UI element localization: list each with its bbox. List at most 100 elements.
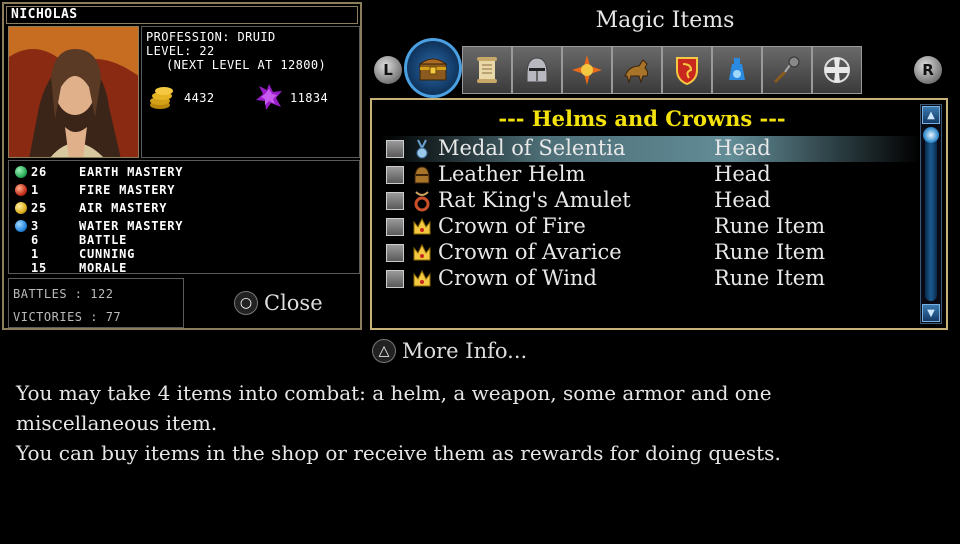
stat-label: MORALE <box>79 261 128 275</box>
profession-text: PROFESSION: DRUID <box>146 30 276 44</box>
close-button[interactable]: ○ Close <box>234 288 323 318</box>
stats-list: 26 EARTH MASTERY 1 FIRE MASTERY 25 AIR M… <box>8 160 360 275</box>
item-name: Crown of Wind <box>438 266 597 290</box>
item-slot: Head <box>714 162 771 186</box>
tab-horse[interactable] <box>612 46 662 94</box>
item-checkbox[interactable] <box>386 244 404 262</box>
character-portrait <box>8 26 139 158</box>
triangle-button-icon: △ <box>372 339 396 363</box>
stat-label: EARTH MASTERY <box>79 165 184 179</box>
stat-value: 25 <box>31 201 48 215</box>
item-slot: Rune Item <box>714 266 826 290</box>
stat-label: AIR MASTERY <box>79 201 168 215</box>
item-checkbox[interactable] <box>386 218 404 236</box>
next-level-text: (NEXT LEVEL AT 12800) <box>166 58 327 72</box>
more-info-button[interactable]: △ More Info... <box>372 336 527 366</box>
list-item[interactable]: Medal of Selentia Head <box>380 136 920 162</box>
tab-dragon-shield[interactable] <box>662 46 712 94</box>
medal-icon <box>416 139 428 159</box>
list-scrollbar[interactable]: ▲ ▼ <box>920 104 942 324</box>
tab-treasure-chest[interactable] <box>404 38 462 98</box>
fire-orb-icon <box>15 184 27 196</box>
item-name: Crown of Avarice <box>438 240 622 264</box>
crown-icon <box>413 217 431 235</box>
crystal-amount: 11834 <box>290 91 329 105</box>
item-name: Crown of Fire <box>438 214 586 238</box>
close-label: Close <box>264 291 323 315</box>
treasure-chest-icon <box>418 58 448 81</box>
tab-potion[interactable] <box>712 46 762 94</box>
stat-row: 15 MORALE <box>11 261 351 275</box>
stat-row: 3 WATER MASTERY <box>11 219 351 233</box>
sunburst-icon <box>572 55 602 85</box>
item-checkbox[interactable] <box>386 166 404 184</box>
stat-value: 26 <box>31 165 48 179</box>
helm-icon <box>414 166 430 184</box>
item-name: Leather Helm <box>438 162 586 186</box>
helmet-icon <box>526 57 548 83</box>
stat-label: WATER MASTERY <box>79 219 184 233</box>
list-section-header: --- Helms and Crowns --- <box>498 106 786 131</box>
tab-flail[interactable] <box>762 46 812 94</box>
gold-coins-icon <box>148 83 178 111</box>
stat-label: BATTLE <box>79 233 128 247</box>
item-checkbox[interactable] <box>386 270 404 288</box>
earth-orb-icon <box>15 166 27 178</box>
air-orb-icon <box>15 202 27 214</box>
stat-value: 1 <box>31 183 40 197</box>
item-name: Medal of Selentia <box>438 136 626 160</box>
item-checkbox[interactable] <box>386 140 404 158</box>
tab-sunburst[interactable] <box>562 46 612 94</box>
crown-icon <box>413 269 431 287</box>
battle-record: BATTLES : 122 VICTORIES : 77 <box>8 278 184 328</box>
stat-label: FIRE MASTERY <box>79 183 176 197</box>
tab-helmet[interactable] <box>512 46 562 94</box>
tab-scroll[interactable] <box>462 46 512 94</box>
stat-label: CUNNING <box>79 247 136 261</box>
tab-cross[interactable] <box>812 46 862 94</box>
scroll-down-icon[interactable]: ▼ <box>922 304 940 322</box>
more-info-label: More Info... <box>402 339 528 363</box>
water-orb-icon <box>15 220 27 232</box>
right-shoulder-button[interactable]: R <box>914 56 942 84</box>
dragon-shield-icon <box>676 57 698 86</box>
flail-icon <box>773 56 800 84</box>
character-panel: NICHOLAS PROFESSION: DRUID LEVEL: 22 (NE… <box>2 2 362 330</box>
item-slot: Rune Item <box>714 214 826 238</box>
left-shoulder-button[interactable]: L <box>374 56 402 84</box>
currency-row: 4432 11834 <box>146 83 356 113</box>
item-slot: Head <box>714 136 771 160</box>
victories-count: VICTORIES : 77 <box>13 310 122 324</box>
scroll-icon <box>477 57 497 83</box>
stat-row: 6 BATTLE <box>11 233 351 247</box>
stat-row: 26 EARTH MASTERY <box>11 165 351 179</box>
description-line: miscellaneous item. <box>16 411 218 435</box>
item-description: You may take 4 items into combat: a helm… <box>16 378 936 468</box>
stat-row: 25 AIR MASTERY <box>11 201 351 215</box>
level-text: LEVEL: 22 <box>146 44 215 58</box>
item-slot: Head <box>714 188 771 212</box>
circle-button-icon: ○ <box>234 291 258 315</box>
scroll-track[interactable] <box>923 127 939 301</box>
category-tabs <box>402 38 912 98</box>
item-checkbox[interactable] <box>386 192 404 210</box>
item-list-panel: --- Helms and Crowns --- Medal of Selent… <box>370 98 948 330</box>
scroll-up-icon[interactable]: ▲ <box>922 106 940 124</box>
battles-count: BATTLES : 122 <box>13 287 114 301</box>
left-shoulder-label: L <box>383 61 393 79</box>
list-item[interactable]: Rat King's Amulet Head <box>380 188 920 214</box>
horse-icon <box>624 59 649 84</box>
description-line: You may take 4 items into combat: a helm… <box>16 381 772 405</box>
list-item[interactable]: Leather Helm Head <box>380 162 920 188</box>
potion-icon <box>729 58 745 80</box>
list-item[interactable]: Crown of Wind Rune Item <box>380 266 920 292</box>
list-item[interactable]: Crown of Avarice Rune Item <box>380 240 920 266</box>
scroll-thumb[interactable] <box>923 127 939 143</box>
stat-row: 1 FIRE MASTERY <box>11 183 351 197</box>
stat-value: 1 <box>31 247 40 261</box>
list-item[interactable]: Crown of Fire Rune Item <box>380 214 920 240</box>
character-info: PROFESSION: DRUID LEVEL: 22 (NEXT LEVEL … <box>141 26 360 158</box>
item-slot: Rune Item <box>714 240 826 264</box>
cross-icon <box>824 57 850 83</box>
stat-value: 3 <box>31 219 40 233</box>
